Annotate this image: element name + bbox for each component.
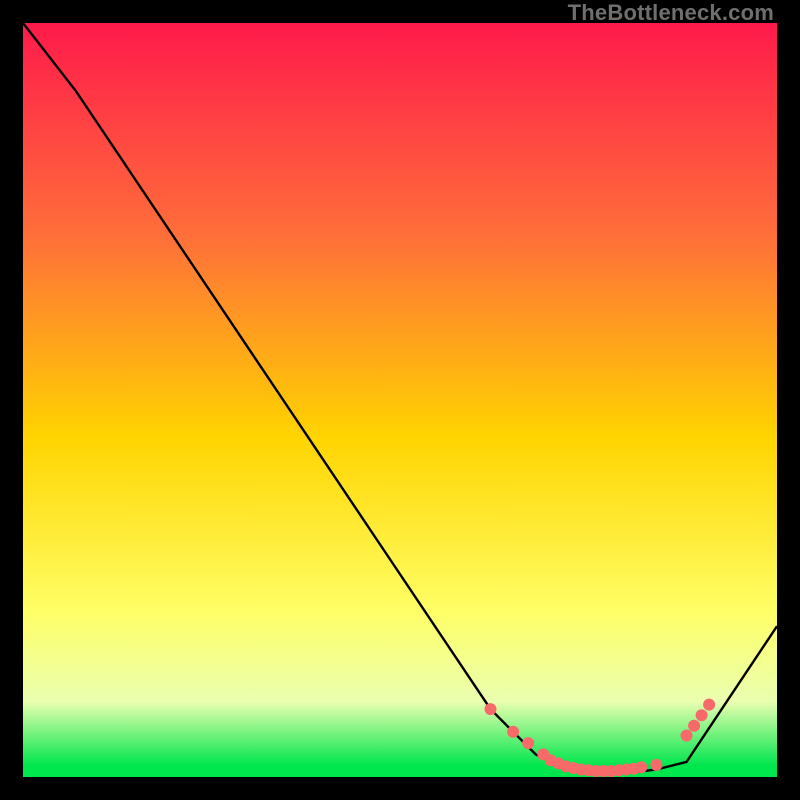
chart-frame: TheBottleneck.com xyxy=(0,0,800,800)
marker-dot xyxy=(696,709,708,721)
marker-dot xyxy=(507,726,519,738)
marker-dot xyxy=(635,761,647,773)
marker-dot xyxy=(485,703,497,715)
marker-dot xyxy=(703,699,715,711)
chart-svg xyxy=(23,23,777,777)
marker-dot xyxy=(688,720,700,732)
marker-dot xyxy=(650,759,662,771)
plot-area xyxy=(23,23,777,777)
gradient-background xyxy=(23,23,777,777)
marker-dot xyxy=(522,737,534,749)
marker-dot xyxy=(681,730,693,742)
